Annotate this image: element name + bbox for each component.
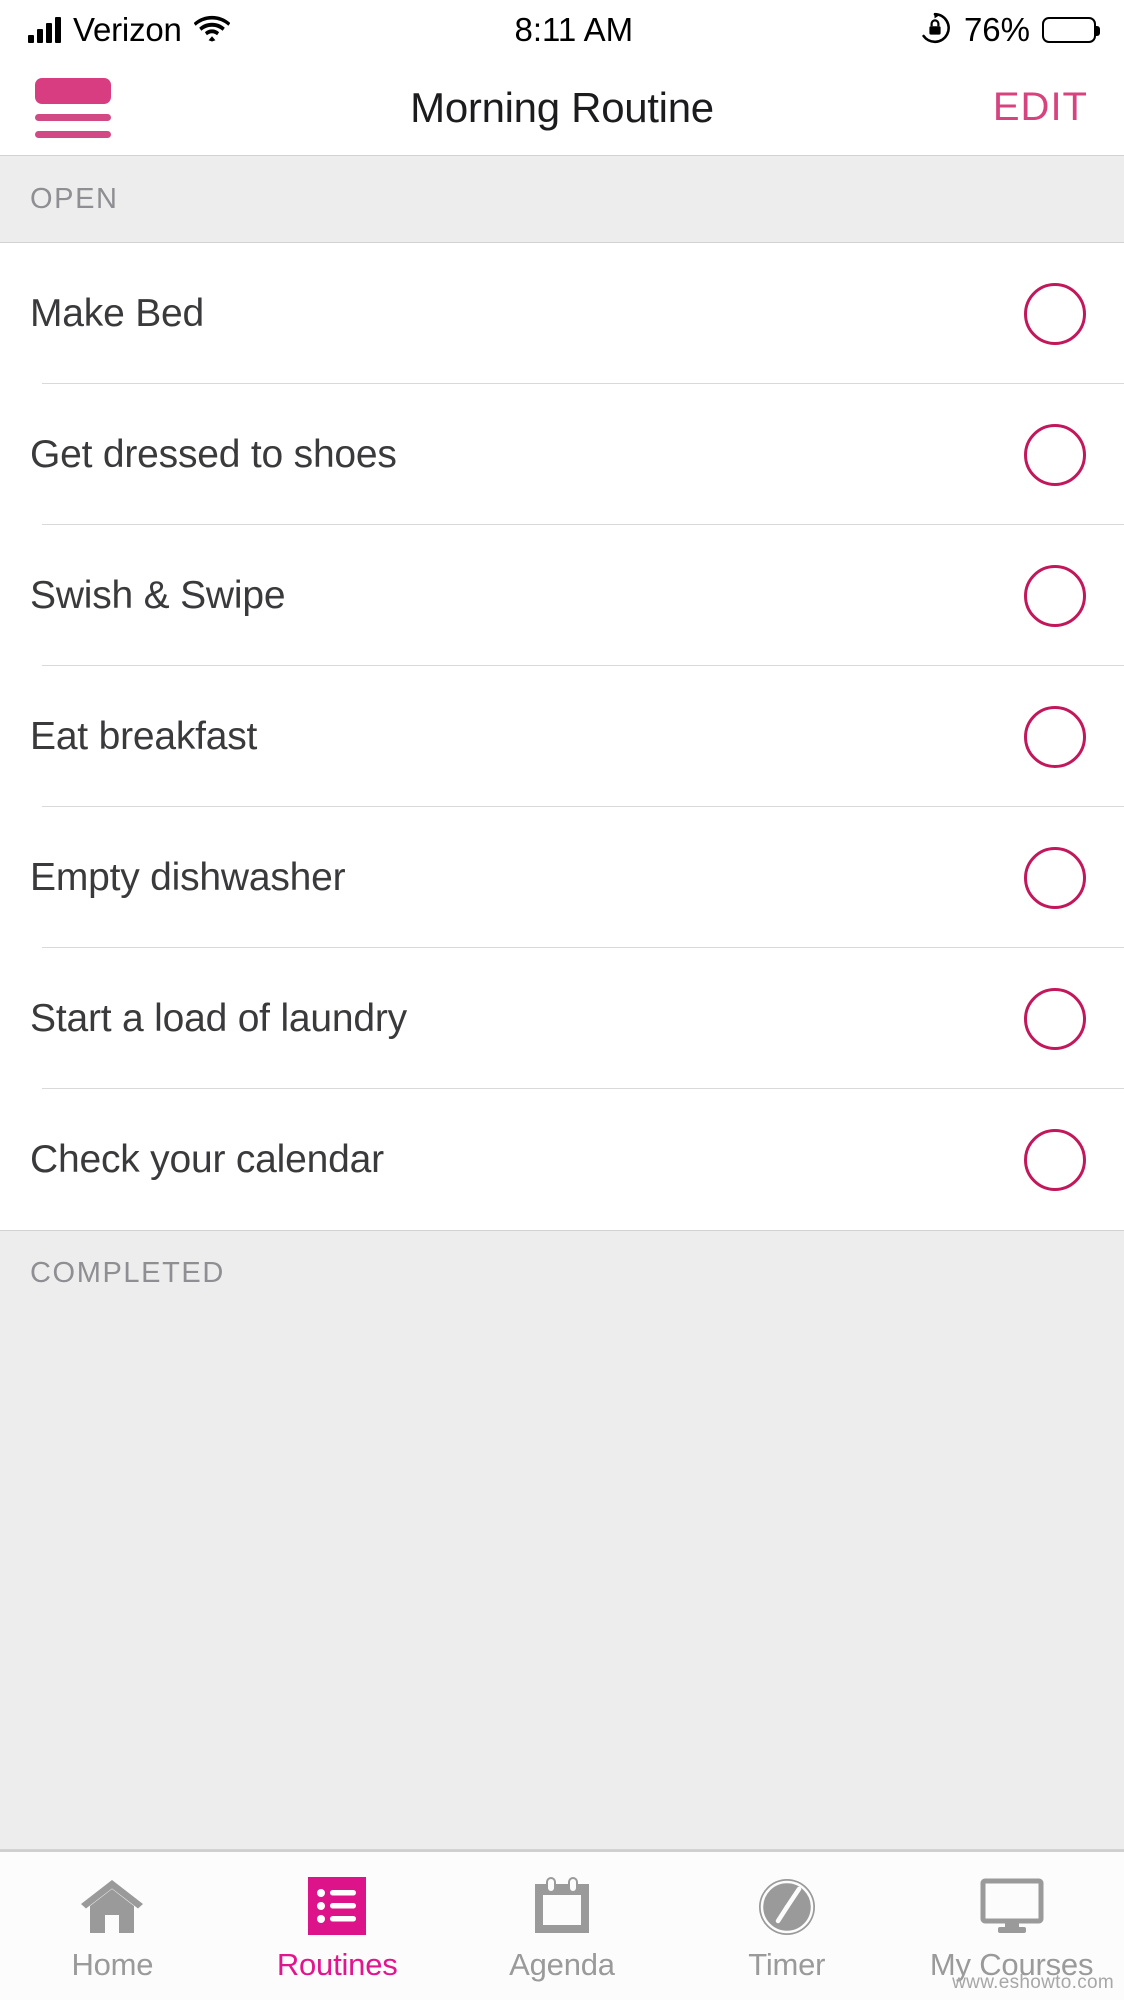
edit-button[interactable]: EDIT <box>987 81 1094 134</box>
tab-timer[interactable]: Timer <box>674 1852 899 2000</box>
section-header-completed: COMPLETED <box>0 1230 1124 1316</box>
task-row[interactable]: Start a load of laundry <box>0 948 1124 1089</box>
task-list-open: Make Bed Get dressed to shoes Swish & Sw… <box>0 243 1124 1230</box>
calendar-icon <box>531 1875 593 1937</box>
tab-routines[interactable]: Routines <box>225 1852 450 2000</box>
task-label: Empty dishwasher <box>30 855 346 899</box>
task-row[interactable]: Swish & Swipe <box>0 525 1124 666</box>
section-header-open: OPEN <box>0 155 1124 243</box>
rotation-lock-icon <box>918 11 952 50</box>
task-row[interactable]: Eat breakfast <box>0 666 1124 807</box>
status-bar-left: Verizon <box>28 11 230 49</box>
page-title: Morning Routine <box>410 83 714 131</box>
nav-bar: Morning Routine EDIT <box>0 60 1124 155</box>
task-label: Start a load of laundry <box>30 996 407 1040</box>
completed-empty-area <box>0 1316 1124 1850</box>
task-label: Make Bed <box>30 291 204 335</box>
carrier-label: Verizon <box>73 11 182 48</box>
task-checkbox[interactable] <box>1024 564 1086 627</box>
task-label: Eat breakfast <box>30 714 258 758</box>
tab-bar: Home Routines Agenda Timer My Courses ww… <box>0 1850 1124 2000</box>
section-header-label: OPEN <box>30 182 119 215</box>
status-bar-right: 76% <box>918 11 1100 50</box>
tab-label: Routines <box>276 1947 398 1982</box>
clock-icon <box>756 1875 818 1937</box>
app-screen: Verizon 8:11 AM 76% Morning Routine EDIT… <box>0 0 1124 2000</box>
tab-agenda[interactable]: Agenda <box>450 1852 675 2000</box>
tab-label: Agenda <box>509 1947 615 1982</box>
task-row[interactable]: Check your calendar <box>0 1089 1124 1230</box>
wifi-icon <box>193 14 230 47</box>
menu-bar-thin <box>35 113 111 121</box>
task-label: Swish & Swipe <box>30 573 286 617</box>
section-header-label: COMPLETED <box>30 1257 225 1289</box>
task-checkbox[interactable] <box>1024 423 1086 486</box>
task-label: Check your calendar <box>30 1137 384 1181</box>
task-row[interactable]: Get dressed to shoes <box>0 384 1124 525</box>
task-checkbox[interactable] <box>1024 1128 1086 1191</box>
site-watermark: www.eshowto.com <box>952 1972 1114 1993</box>
task-row[interactable]: Make Bed <box>0 243 1124 384</box>
task-checkbox[interactable] <box>1024 987 1086 1050</box>
task-row[interactable]: Empty dishwasher <box>0 807 1124 948</box>
tab-home[interactable]: Home <box>0 1852 225 2000</box>
task-label: Get dressed to shoes <box>30 432 397 476</box>
menu-bar-thin <box>35 130 111 138</box>
signal-bars-icon <box>28 17 61 43</box>
task-checkbox[interactable] <box>1024 846 1086 909</box>
clock-time: 8:11 AM <box>514 11 634 48</box>
monitor-icon <box>979 1875 1045 1937</box>
home-icon <box>79 1875 145 1937</box>
battery-icon <box>1042 17 1100 43</box>
task-checkbox[interactable] <box>1024 705 1086 768</box>
list-icon <box>306 1875 368 1937</box>
status-bar-center: 8:11 AM <box>230 11 918 49</box>
task-checkbox[interactable] <box>1024 282 1086 345</box>
battery-percentage: 76% <box>963 11 1030 48</box>
status-bar: Verizon 8:11 AM 76% <box>0 0 1124 60</box>
tab-label: Timer <box>748 1947 826 1982</box>
tab-label: Home <box>71 1947 154 1982</box>
menu-bar-thick <box>35 77 111 104</box>
list-menu-icon[interactable] <box>30 65 116 151</box>
